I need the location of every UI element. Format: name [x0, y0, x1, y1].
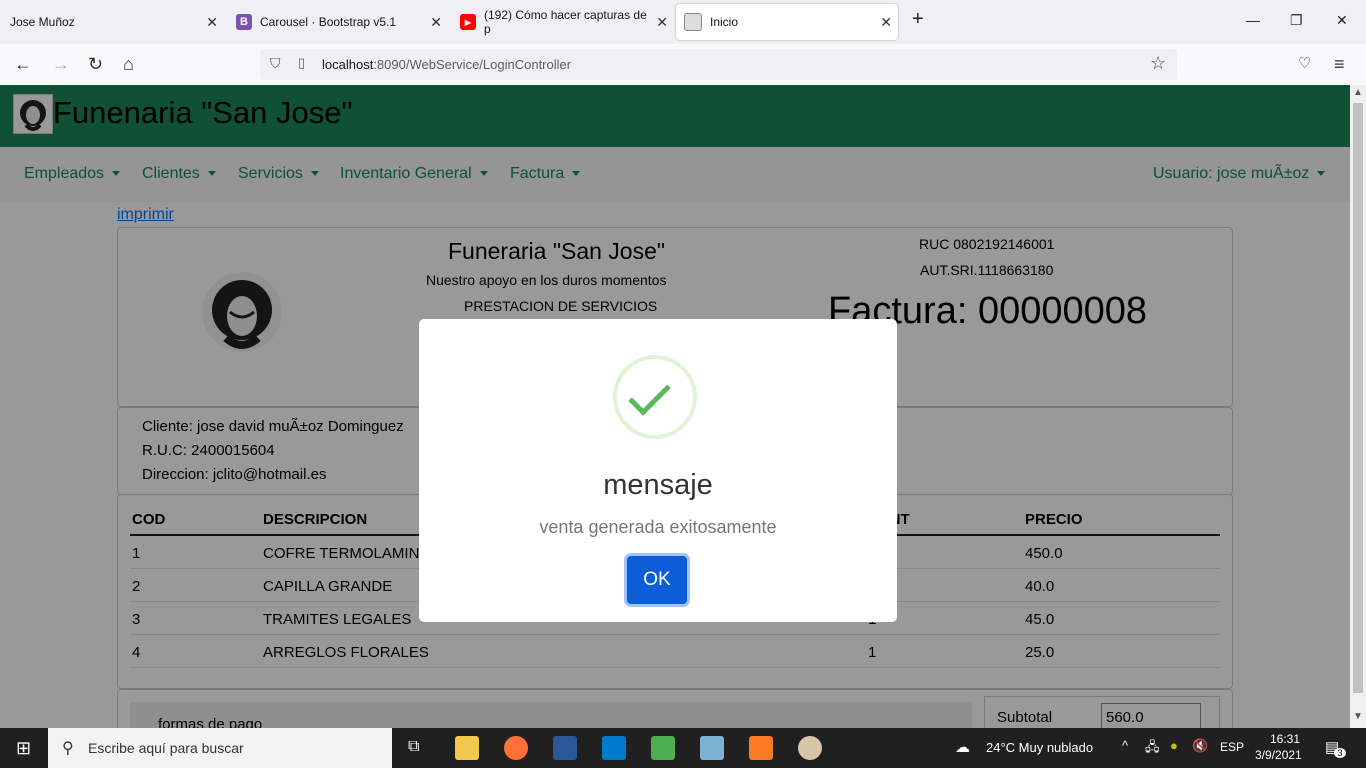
windows-start-icon[interactable]: ⊞ — [16, 738, 31, 759]
volume-muted-icon[interactable]: 🔇 — [1192, 738, 1208, 754]
scroll-down-icon[interactable]: ▼ — [1353, 711, 1363, 722]
chevron-up-icon[interactable]: ^ — [1122, 738, 1128, 753]
task-view-icon[interactable]: ⧉ — [408, 738, 419, 756]
search-icon: ⚲ — [62, 740, 74, 757]
xampp-icon[interactable] — [749, 736, 773, 760]
close-tab-icon[interactable]: ✕ — [880, 14, 892, 31]
page-info-icon[interactable]: ▯ — [298, 55, 305, 71]
pocket-icon[interactable]: ♡ — [1298, 54, 1311, 72]
minimize-icon[interactable]: — — [1246, 12, 1260, 28]
close-tab-icon[interactable]: ✕ — [206, 14, 218, 31]
site-favicon-icon — [684, 13, 702, 31]
clock-time[interactable]: 16:31 — [1265, 732, 1305, 746]
clock-date[interactable]: 3/9/2021 — [1255, 748, 1302, 762]
bookmark-star-icon[interactable]: ☆ — [1150, 53, 1166, 74]
youtube-icon: ▶ — [460, 14, 476, 30]
vscode-icon[interactable] — [602, 736, 626, 760]
bootstrap-icon: B — [236, 14, 252, 30]
reload-icon[interactable]: ↻ — [88, 54, 103, 75]
checkmark-icon — [628, 373, 671, 416]
language-indicator[interactable]: ESP — [1220, 740, 1244, 754]
firefox-icon[interactable] — [504, 736, 528, 760]
dialog-message: venta generada exitosamente — [539, 517, 777, 537]
home-icon[interactable]: ⌂ — [123, 54, 134, 75]
browser-nav-bar: ← → ↻ ⌂ ⛉ ▯ localhost:8090/WebService/Lo… — [0, 44, 1366, 86]
word-icon[interactable] — [553, 736, 577, 760]
tab-jose-munoz[interactable]: Jose Muñoz ✕ — [0, 4, 224, 40]
weather-text[interactable]: 24°C Muy nublado — [986, 740, 1093, 755]
paint-icon[interactable] — [798, 736, 822, 760]
tab-title: (192) Cómo hacer capturas de p — [484, 8, 647, 36]
back-icon[interactable]: ← — [14, 54, 32, 75]
dialog-title: mensaje — [603, 469, 713, 501]
tab-title: Jose Muñoz — [10, 15, 75, 29]
antivirus-icon[interactable]: ● — [1170, 738, 1178, 753]
file-explorer-icon[interactable] — [455, 736, 479, 760]
restore-icon[interactable]: ❐ — [1290, 12, 1303, 29]
forward-icon[interactable]: → — [52, 54, 70, 75]
url-text: localhost:8090/WebService/LoginControlle… — [322, 57, 572, 72]
tab-inicio[interactable]: Inicio ✕ — [676, 4, 898, 40]
ok-button[interactable]: OK — [627, 556, 687, 604]
shield-icon[interactable]: ⛉ — [270, 55, 281, 72]
browser-tab-bar: Jose Muñoz ✕ B Carousel · Bootstrap v5.1… — [0, 0, 1366, 44]
success-dialog: mensaje venta generada exitosamente OK — [419, 319, 897, 622]
page-scrollbar[interactable]: ▲ ▼ — [1350, 85, 1366, 728]
tab-bootstrap-carousel[interactable]: B Carousel · Bootstrap v5.1 ✕ — [226, 4, 448, 40]
new-tab-icon[interactable]: + — [912, 8, 924, 31]
menu-icon[interactable]: ≡ — [1334, 54, 1345, 75]
weather-icon[interactable]: ☁ — [955, 738, 970, 756]
success-check-icon — [613, 355, 697, 439]
taskbar-search[interactable]: ⚲ Escribe aquí para buscar — [48, 728, 392, 768]
notification-count-badge: 3 — [1334, 748, 1346, 758]
virtualbox-icon[interactable] — [700, 736, 724, 760]
close-tab-icon[interactable]: ✕ — [430, 14, 442, 31]
scroll-thumb[interactable] — [1353, 103, 1363, 693]
close-tab-icon[interactable]: ✕ — [656, 14, 668, 31]
url-bar[interactable]: ⛉ ▯ localhost:8090/WebService/LoginContr… — [260, 49, 1177, 80]
tab-youtube[interactable]: ▶ (192) Cómo hacer capturas de p ✕ — [450, 4, 674, 40]
windows-taskbar: ⊞ ⚲ Escribe aquí para buscar ⧉ ☁ 24°C Mu… — [0, 728, 1366, 768]
git-icon[interactable] — [651, 736, 675, 760]
close-window-icon[interactable]: ✕ — [1336, 12, 1348, 29]
tab-title: Inicio — [710, 15, 739, 29]
tab-title: Carousel · Bootstrap v5.1 — [260, 15, 397, 29]
scroll-up-icon[interactable]: ▲ — [1353, 87, 1363, 98]
network-icon[interactable]: 🖧 — [1145, 738, 1160, 760]
search-placeholder: Escribe aquí para buscar — [88, 740, 244, 756]
